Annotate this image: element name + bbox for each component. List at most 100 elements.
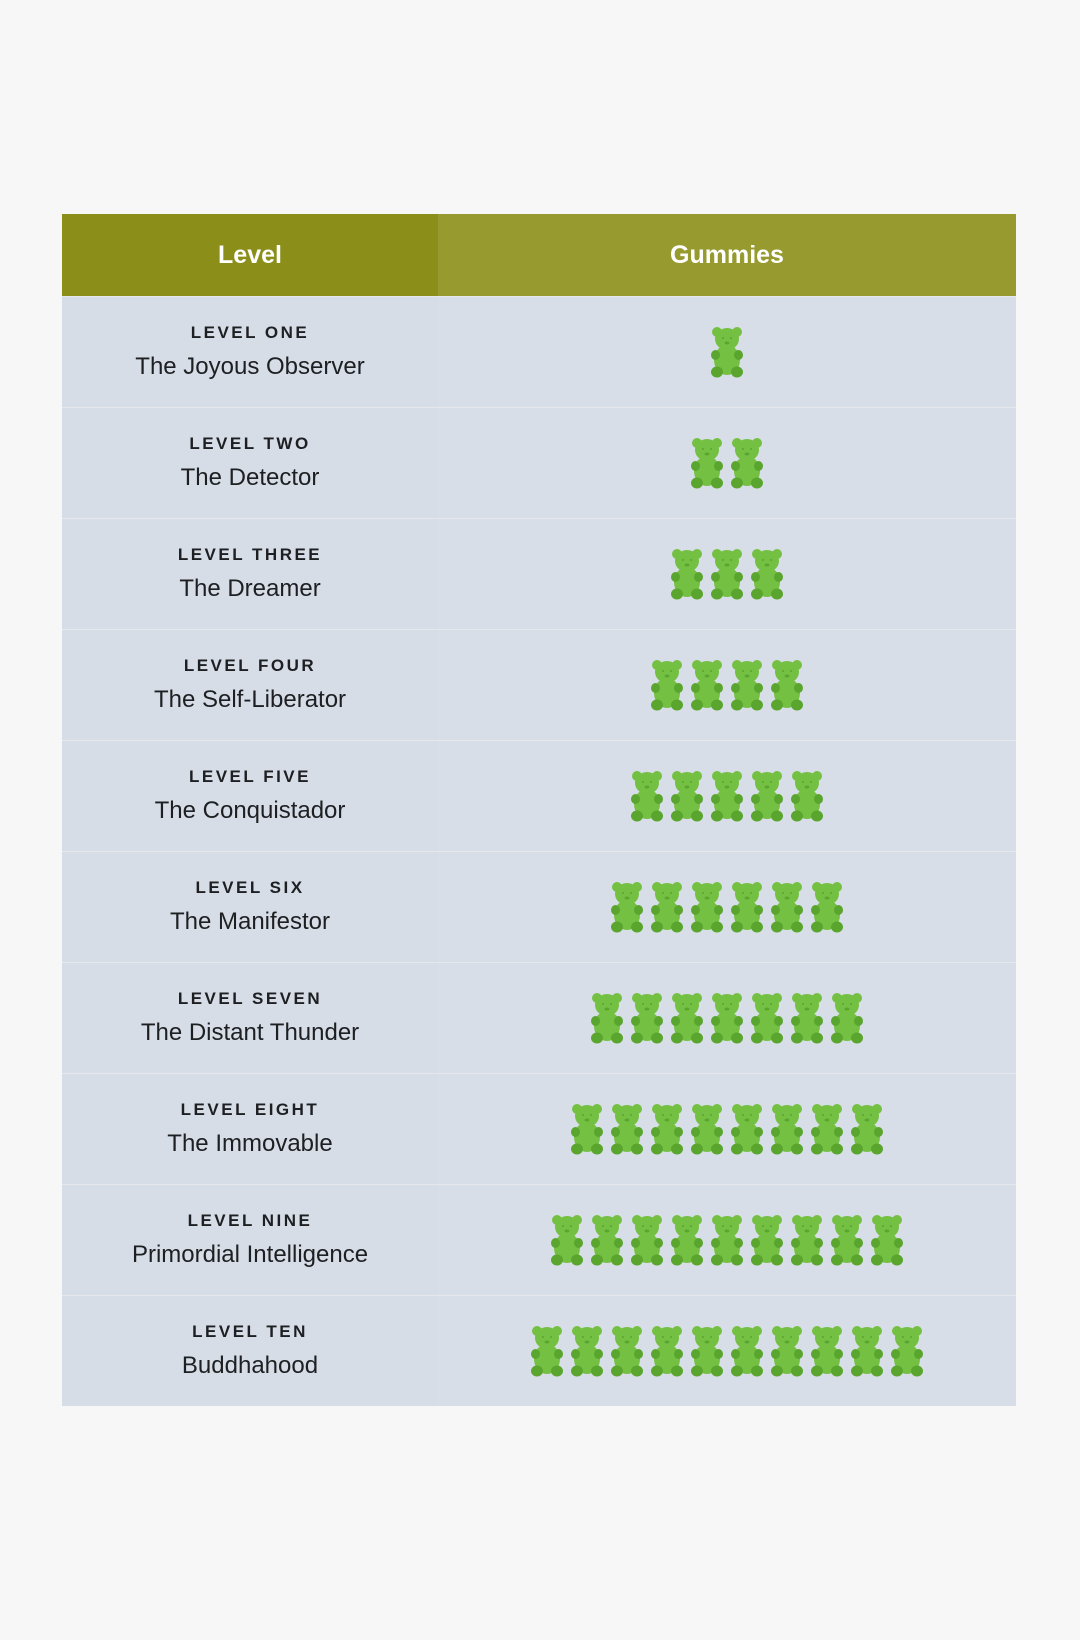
header-level: Level — [62, 214, 438, 296]
level-cell: LEVEL TWO The Detector — [62, 408, 438, 518]
gummy-bear-icon — [851, 1326, 883, 1377]
level-label: LEVEL SIX — [195, 878, 305, 897]
gummy-bear-icon — [811, 1104, 843, 1155]
gummy-bear-icon — [571, 1326, 603, 1377]
gummies-cell — [438, 1074, 1016, 1184]
gummy-bear-icon — [731, 882, 763, 933]
gummy-bear-icon — [711, 771, 743, 822]
table-row: LEVEL TEN Buddhahood — [62, 1295, 1016, 1406]
gummy-bears — [651, 659, 803, 711]
levels-table: Level Gummies LEVEL ONE The Joyous Obser… — [62, 214, 1016, 1406]
level-label: LEVEL SEVEN — [177, 989, 323, 1008]
level-cell: LEVEL TEN Buddhahood — [62, 1296, 438, 1406]
gummy-bear-icon — [691, 1104, 723, 1155]
gummies-cell — [438, 630, 1016, 740]
table-row: LEVEL NINE Primordial Intelligence — [62, 1184, 1016, 1295]
gummy-bear-icon — [751, 549, 783, 600]
gummy-bears — [611, 881, 843, 933]
gummy-bear-icon — [811, 1326, 843, 1377]
gummy-bear-icon — [791, 1215, 823, 1266]
table-row: LEVEL SEVEN The Distant Thunder — [62, 962, 1016, 1073]
gummy-bear-icon — [631, 1215, 663, 1266]
level-name: Buddhahood — [181, 1352, 319, 1379]
gummy-bear-icon — [711, 549, 743, 600]
gummy-bear-icon — [751, 1215, 783, 1266]
level-cell: LEVEL EIGHT The Immovable — [62, 1074, 438, 1184]
gummies-cell — [438, 963, 1016, 1073]
gummy-bears — [631, 770, 823, 822]
table-row: LEVEL THREE The Dreamer — [62, 518, 1016, 629]
header-gummies: Gummies — [438, 214, 1016, 296]
gummy-bear-icon — [751, 993, 783, 1044]
level-name: Primordial Intelligence — [131, 1241, 369, 1268]
level-cell: LEVEL FIVE The Conquistador — [62, 741, 438, 851]
level-name: The Conquistador — [154, 797, 346, 824]
level-name: The Detector — [180, 464, 320, 491]
level-cell: LEVEL FOUR The Self-Liberator — [62, 630, 438, 740]
table-row: LEVEL EIGHT The Immovable — [62, 1073, 1016, 1184]
gummy-bear-icon — [651, 882, 683, 933]
gummies-cell — [438, 741, 1016, 851]
gummy-bear-icon — [851, 1104, 883, 1155]
level-label: LEVEL NINE — [187, 1211, 313, 1230]
gummies-cell — [438, 852, 1016, 962]
gummy-bear-icon — [751, 771, 783, 822]
table-row: LEVEL TWO The Detector — [62, 407, 1016, 518]
gummy-bear-icon — [771, 1326, 803, 1377]
level-cell: LEVEL SIX The Manifestor — [62, 852, 438, 962]
gummy-bear-icon — [731, 1326, 763, 1377]
level-cell: LEVEL NINE Primordial Intelligence — [62, 1185, 438, 1295]
gummy-bears — [591, 992, 863, 1044]
level-label: LEVEL ONE — [190, 323, 310, 342]
level-cell: LEVEL ONE The Joyous Observer — [62, 297, 438, 407]
gummy-bear-icon — [691, 660, 723, 711]
gummy-bear-icon — [671, 549, 703, 600]
level-name: The Manifestor — [169, 908, 331, 935]
gummy-bears — [531, 1325, 923, 1377]
gummy-bear-icon — [651, 1326, 683, 1377]
gummy-bear-icon — [711, 327, 743, 378]
gummy-bear-icon — [691, 438, 723, 489]
gummy-bear-icon — [771, 882, 803, 933]
gummy-bear-icon — [891, 1326, 923, 1377]
gummy-bear-icon — [731, 660, 763, 711]
gummies-cell — [438, 297, 1016, 407]
gummy-bear-icon — [591, 1215, 623, 1266]
level-label: LEVEL FIVE — [189, 767, 311, 786]
level-label: LEVEL TWO — [189, 434, 311, 453]
gummy-bear-icon — [711, 1215, 743, 1266]
table-row: LEVEL FIVE The Conquistador — [62, 740, 1016, 851]
gummies-cell — [438, 1296, 1016, 1406]
gummies-cell — [438, 1185, 1016, 1295]
gummy-bear-icon — [731, 438, 763, 489]
gummies-cell — [438, 519, 1016, 629]
table-row: LEVEL SIX The Manifestor — [62, 851, 1016, 962]
gummy-bear-icon — [531, 1326, 563, 1377]
gummy-bear-icon — [711, 993, 743, 1044]
gummy-bear-icon — [831, 993, 863, 1044]
gummy-bear-icon — [831, 1215, 863, 1266]
gummy-bear-icon — [871, 1215, 903, 1266]
gummy-bears — [671, 548, 783, 600]
gummy-bears — [711, 326, 743, 378]
gummy-bears — [551, 1214, 903, 1266]
gummy-bear-icon — [671, 771, 703, 822]
level-name: The Self-Liberator — [153, 686, 347, 713]
gummy-bear-icon — [771, 660, 803, 711]
gummy-bear-icon — [571, 1104, 603, 1155]
level-label: LEVEL TEN — [192, 1322, 308, 1341]
level-label: LEVEL EIGHT — [180, 1100, 320, 1119]
gummy-bear-icon — [631, 993, 663, 1044]
gummy-bear-icon — [591, 993, 623, 1044]
gummy-bear-icon — [671, 1215, 703, 1266]
level-label: LEVEL FOUR — [183, 656, 317, 675]
gummy-bear-icon — [671, 993, 703, 1044]
level-name: The Distant Thunder — [140, 1019, 360, 1046]
gummy-bear-icon — [631, 771, 663, 822]
gummy-bear-icon — [651, 660, 683, 711]
gummy-bear-icon — [791, 993, 823, 1044]
level-cell: LEVEL THREE The Dreamer — [62, 519, 438, 629]
gummy-bear-icon — [651, 1104, 683, 1155]
level-cell: LEVEL SEVEN The Distant Thunder — [62, 963, 438, 1073]
gummies-cell — [438, 408, 1016, 518]
